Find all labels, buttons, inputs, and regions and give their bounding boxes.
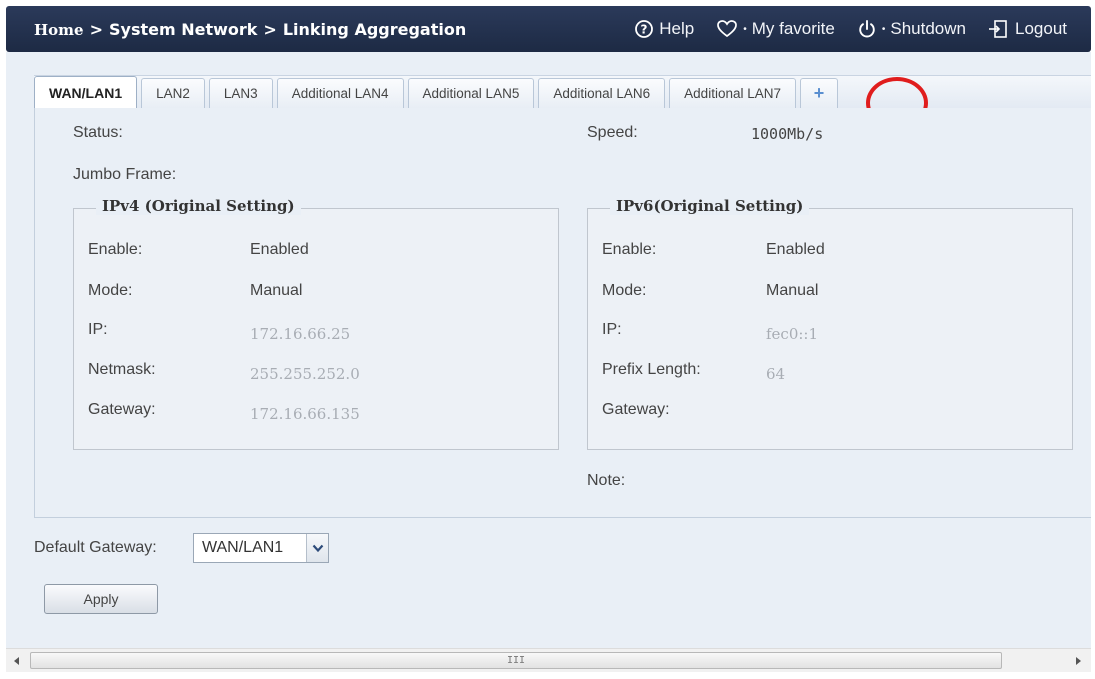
ipv4-netmask-label: Netmask: xyxy=(88,361,156,378)
ipv6-prefix-length-value: 64 xyxy=(766,365,786,383)
scrollbar-thumb[interactable]: III xyxy=(30,652,1002,669)
interface-tabs: WAN/LAN1 LAN2 LAN3 Additional LAN4 Addit… xyxy=(34,76,842,109)
dropdown-toggle[interactable] xyxy=(306,534,328,562)
default-gateway-select[interactable]: WAN/LAN1 xyxy=(193,533,329,563)
ipv4-settings-group: IPv4 (Original Setting) Enable: Enabled … xyxy=(73,197,559,450)
ipv4-gateway-label: Gateway: xyxy=(88,401,156,418)
help-icon: ? xyxy=(635,20,654,38)
header-actions: ? Help • My favorite • Shutdown Logout xyxy=(634,19,1067,39)
tab-wan-lan1[interactable]: WAN/LAN1 xyxy=(34,76,138,109)
default-gateway-selected-value: WAN/LAN1 xyxy=(202,539,284,556)
breadcrumb-separator: > xyxy=(263,20,277,39)
ipv6-enable-label: Enable: xyxy=(602,241,657,258)
apply-button[interactable]: Apply xyxy=(44,584,158,614)
breadcrumb-current-page: Linking Aggregation xyxy=(282,20,467,39)
tab-additional-lan6[interactable]: Additional LAN6 xyxy=(538,78,666,108)
scroll-right-arrow[interactable] xyxy=(1071,654,1085,668)
ipv6-ip-value: fec0::1 xyxy=(766,325,819,343)
status-label: Status: xyxy=(73,124,123,141)
note-label: Note: xyxy=(587,472,626,489)
scroll-left-arrow[interactable] xyxy=(10,654,24,668)
ipv4-mode-label: Mode: xyxy=(88,282,133,299)
default-gateway-label: Default Gateway: xyxy=(34,539,157,556)
dropdown-dot-icon: • xyxy=(743,23,747,35)
breadcrumb-home[interactable]: Home xyxy=(34,21,84,39)
help-button[interactable]: ? Help xyxy=(634,19,694,39)
add-tab-button[interactable]: + xyxy=(800,78,838,108)
help-label: Help xyxy=(659,19,695,38)
tab-additional-lan7[interactable]: Additional LAN7 xyxy=(669,78,796,108)
ipv6-mode-value: Manual xyxy=(766,282,819,299)
shutdown-label: Shutdown xyxy=(890,19,966,38)
breadcrumb: Home > System Network > Linking Aggregat… xyxy=(34,20,466,39)
horizontal-scrollbar[interactable]: III xyxy=(6,648,1091,672)
tab-additional-lan4[interactable]: Additional LAN4 xyxy=(276,78,404,108)
breadcrumb-separator: > xyxy=(89,20,103,39)
ipv6-mode-label: Mode: xyxy=(602,282,647,299)
tab-lan3[interactable]: LAN3 xyxy=(208,78,273,108)
speed-label: Speed: xyxy=(587,124,638,141)
ipv4-enable-value: Enabled xyxy=(250,241,309,258)
breadcrumb-section[interactable]: System Network xyxy=(109,20,257,39)
dropdown-dot-icon: • xyxy=(881,23,886,35)
ipv4-mode-value: Manual xyxy=(250,282,303,299)
plus-icon: + xyxy=(813,83,825,103)
ipv6-settings-group: IPv6(Original Setting) Enable: Enabled M… xyxy=(587,197,1073,450)
ipv6-group-title: IPv6(Original Setting) xyxy=(610,197,810,215)
tab-lan2[interactable]: LAN2 xyxy=(141,78,205,108)
main-content: WAN/LAN1 LAN2 LAN3 Additional LAN4 Addit… xyxy=(6,52,1091,648)
logout-label: Logout xyxy=(1015,19,1067,38)
ipv6-gateway-label: Gateway: xyxy=(602,401,670,418)
logout-button[interactable]: Logout xyxy=(988,19,1067,39)
ipv4-ip-value: 172.16.66.25 xyxy=(250,325,351,343)
speed-value: 1000Mb/s xyxy=(751,125,824,143)
ipv6-prefix-length-label: Prefix Length: xyxy=(602,361,701,378)
power-icon xyxy=(859,20,875,38)
heart-icon xyxy=(717,20,738,38)
ipv6-enable-value: Enabled xyxy=(766,241,825,258)
jumbo-frame-label: Jumbo Frame: xyxy=(73,166,177,183)
top-header-bar: Home > System Network > Linking Aggregat… xyxy=(6,6,1091,52)
shutdown-button[interactable]: • Shutdown xyxy=(857,19,966,39)
ipv4-netmask-value: 255.255.252.0 xyxy=(250,365,360,383)
my-favorite-button[interactable]: • My favorite xyxy=(716,19,835,39)
arrow-right-icon xyxy=(1076,657,1081,665)
ipv4-ip-label: IP: xyxy=(88,321,108,338)
tab-additional-lan5[interactable]: Additional LAN5 xyxy=(407,78,535,108)
tab-panel-wan-lan1: Status: Speed: 1000Mb/s Jumbo Frame: IPv… xyxy=(34,108,1091,518)
ipv6-ip-label: IP: xyxy=(602,321,622,338)
ipv4-gateway-value: 172.16.66.135 xyxy=(250,405,360,423)
chevron-down-icon xyxy=(312,544,323,553)
ipv4-enable-label: Enable: xyxy=(88,241,143,258)
logout-icon xyxy=(989,20,1007,38)
svg-text:?: ? xyxy=(641,23,648,37)
scrollbar-grip: III xyxy=(506,655,526,666)
arrow-left-icon xyxy=(14,657,19,665)
my-favorite-label: My favorite xyxy=(751,19,835,38)
ipv4-group-title: IPv4 (Original Setting) xyxy=(96,197,301,215)
